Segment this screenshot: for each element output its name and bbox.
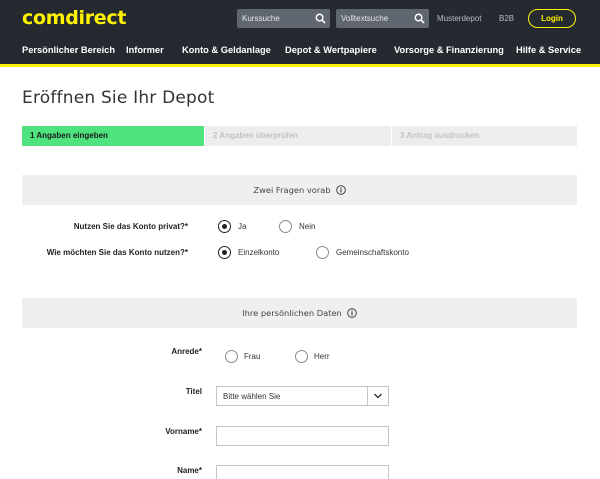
radio-nein-label[interactable]: Nein (299, 222, 315, 231)
name-field[interactable] (216, 465, 389, 479)
step-antrag-ausdrucken: 3 Antrag ausdrucken (392, 126, 577, 146)
section-heading-text: Zwei Fragen vorab (253, 185, 331, 195)
nav-informer[interactable]: Informer (126, 45, 164, 55)
search-icon[interactable] (315, 13, 326, 24)
comdirect-logo[interactable]: comdirect (22, 7, 126, 29)
name-input[interactable] (217, 469, 388, 479)
main-navigation: Persönlicher Bereich Informer Konto & Ge… (0, 36, 600, 64)
nav-vorsorge-finanzierung[interactable]: Vorsorge & Finanzierung (394, 45, 504, 55)
question-konto-privat-label: Nutzen Sie das Konto privat?* (73, 222, 188, 231)
nav-depot-wertpapiere[interactable]: Depot & Wertpapiere (285, 45, 377, 55)
info-icon[interactable] (335, 185, 346, 195)
radio-gemeinschaftskonto[interactable] (316, 246, 329, 259)
radio-nein[interactable] (279, 220, 292, 233)
step-angaben-eingeben: 1 Angaben eingeben (22, 126, 204, 146)
titel-label: Titel (185, 387, 202, 396)
volltextsuche-search (336, 9, 429, 28)
radio-ja-label[interactable]: Ja (238, 222, 246, 231)
titel-select-value: Bitte wählen Sie (223, 392, 281, 401)
radio-einzelkonto-label[interactable]: Einzelkonto (238, 248, 279, 257)
titel-select[interactable]: Bitte wählen Sie (216, 386, 389, 406)
top-header: comdirect Musterdepot B2B Login Persönli… (0, 0, 600, 64)
vorname-label: Vorname* (165, 427, 202, 436)
nav-hilfe-service[interactable]: Hilfe & Service (516, 45, 581, 55)
kurssuche-search (237, 9, 330, 28)
b2b-link[interactable]: B2B (499, 14, 514, 23)
page-title: Eröffnen Sie Ihr Depot (22, 88, 215, 108)
radio-frau-label[interactable]: Frau (244, 352, 260, 361)
chevron-down-icon[interactable] (373, 392, 383, 400)
name-label: Name* (177, 466, 202, 475)
vorname-input[interactable] (217, 430, 388, 449)
radio-einzelkonto[interactable] (218, 246, 231, 259)
section-heading-persoenliche-daten: Ihre persönlichen Daten (22, 298, 577, 328)
radio-herr[interactable] (295, 350, 308, 363)
radio-frau[interactable] (225, 350, 238, 363)
musterdepot-link[interactable]: Musterdepot (437, 14, 481, 23)
select-divider (367, 387, 368, 405)
progress-steps: 1 Angaben eingeben 2 Angaben überprüfen … (22, 126, 577, 146)
vorname-field[interactable] (216, 426, 389, 449)
section-heading-text: Ihre persönlichen Daten (242, 308, 342, 318)
radio-gemeinschaftskonto-label[interactable]: Gemeinschaftskonto (336, 248, 409, 257)
info-icon[interactable] (347, 308, 357, 318)
anrede-label: Anrede* (171, 347, 202, 356)
question-konto-nutzen-label: Wie möchten Sie das Konto nutzen?* (46, 248, 188, 257)
login-button[interactable]: Login (528, 9, 576, 28)
step-angaben-ueberpruefen: 2 Angaben überprüfen (205, 126, 391, 146)
radio-ja[interactable] (218, 220, 231, 233)
section-heading-zwei-fragen: Zwei Fragen vorab (22, 175, 577, 205)
radio-herr-label[interactable]: Herr (314, 352, 330, 361)
header-accent-line (0, 64, 600, 67)
nav-konto-geldanlage[interactable]: Konto & Geldanlage (182, 45, 271, 55)
nav-persoenlicher-bereich[interactable]: Persönlicher Bereich (22, 45, 115, 55)
search-icon[interactable] (414, 13, 425, 24)
